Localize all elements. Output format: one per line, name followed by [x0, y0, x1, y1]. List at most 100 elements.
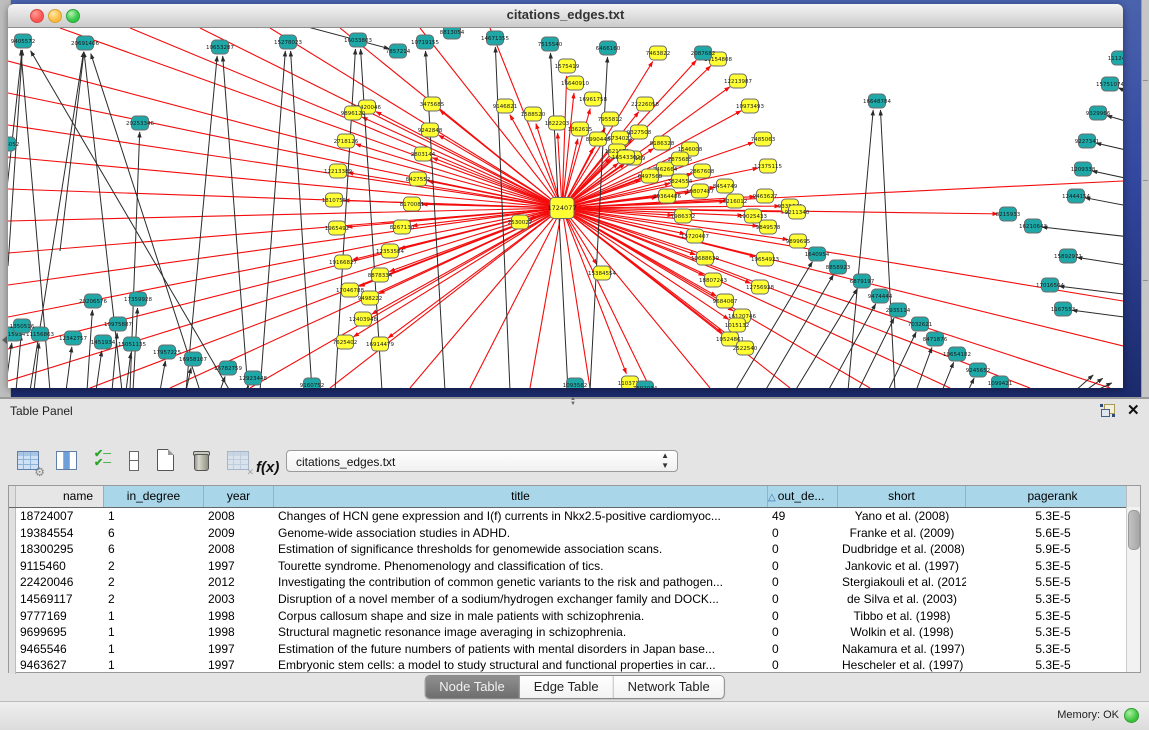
cell-short[interactable]: Stergiakouli et al. (2012): [838, 574, 966, 591]
cell-name[interactable]: 14569117: [16, 591, 104, 608]
cell-pagerank[interactable]: 5.9E-5: [966, 541, 1140, 558]
cell-name[interactable]: 18724007: [16, 508, 104, 525]
cell-title[interactable]: Investigating the contribution of common…: [274, 574, 768, 591]
cell-name[interactable]: 9699695: [16, 624, 104, 641]
cell-out_de[interactable]: 0: [768, 541, 838, 558]
cell-year[interactable]: 1997: [204, 641, 274, 658]
cell-in_degree[interactable]: 6: [104, 525, 204, 542]
cell-in_degree[interactable]: 2: [104, 591, 204, 608]
table-selector-dropdown[interactable]: citations_edges.txt ▲▼: [286, 450, 678, 472]
column-header-year[interactable]: year: [204, 486, 274, 507]
cell-year[interactable]: 1998: [204, 624, 274, 641]
cell-in_degree[interactable]: 1: [104, 608, 204, 625]
import-table-icon[interactable]: ✔─✔─: [90, 447, 118, 475]
column-header-short[interactable]: short: [838, 486, 966, 507]
cell-in_degree[interactable]: 2: [104, 574, 204, 591]
cell-title[interactable]: Corpus callosum shape and size in male p…: [274, 608, 768, 625]
column-chooser-icon[interactable]: [52, 447, 80, 475]
vertical-scrollbar[interactable]: [1126, 507, 1140, 672]
tab-node-table[interactable]: Node Table: [425, 676, 520, 698]
scrollbar-thumb[interactable]: [1128, 510, 1140, 550]
column-header-in_degree[interactable]: in_degree: [104, 486, 204, 507]
table-row[interactable]: 1938455462009Genome-wide association stu…: [9, 525, 1140, 542]
cell-name[interactable]: 18300295: [16, 541, 104, 558]
column-header-pagerank[interactable]: pagerank: [966, 486, 1140, 507]
cell-short[interactable]: Jankovic et al. (1997): [838, 558, 966, 575]
table-row[interactable]: 2242004622012Investigating the contribut…: [9, 574, 1140, 591]
table-row[interactable]: 946554611997Estimation of the future num…: [9, 641, 1140, 658]
cell-title[interactable]: Disruption of a novel member of a sodium…: [274, 591, 768, 608]
cell-title[interactable]: Estimation of the future numbers of pati…: [274, 641, 768, 658]
cell-title[interactable]: Changes of HCN gene expression and I(f) …: [274, 508, 768, 525]
cell-name[interactable]: 9115460: [16, 558, 104, 575]
cell-short[interactable]: de Silva et al. (2003): [838, 591, 966, 608]
cell-name[interactable]: 9465546: [16, 641, 104, 658]
delete-table-icon[interactable]: ✕: [224, 447, 252, 475]
cell-year[interactable]: 2012: [204, 574, 274, 591]
table-row[interactable]: 1456911722003Disruption of a novel membe…: [9, 591, 1140, 608]
cell-year[interactable]: 1998: [204, 608, 274, 625]
panel-collapse-arrow-icon[interactable]: [2, 336, 7, 344]
cell-short[interactable]: Wolkin et al. (1998): [838, 624, 966, 641]
cell-name[interactable]: 9777169: [16, 608, 104, 625]
cell-year[interactable]: 1997: [204, 558, 274, 575]
cell-short[interactable]: Nakamura et al. (1997): [838, 641, 966, 658]
cell-pagerank[interactable]: 5.3E-5: [966, 591, 1140, 608]
cell-pagerank[interactable]: 5.3E-5: [966, 508, 1140, 525]
cell-short[interactable]: Tibbo et al. (1998): [838, 608, 966, 625]
cell-year[interactable]: 2008: [204, 508, 274, 525]
cell-pagerank[interactable]: 5.3E-5: [966, 624, 1140, 641]
cell-short[interactable]: Yano et al. (2008): [838, 508, 966, 525]
cell-out_de[interactable]: 0: [768, 624, 838, 641]
column-header-out_de[interactable]: △out_de...: [768, 486, 838, 507]
column-header-title[interactable]: title: [274, 486, 768, 507]
cell-in_degree[interactable]: 1: [104, 641, 204, 658]
cell-year[interactable]: 2003: [204, 591, 274, 608]
cell-out_de[interactable]: 0: [768, 641, 838, 658]
cell-in_degree[interactable]: 2: [104, 558, 204, 575]
cell-out_de[interactable]: 0: [768, 525, 838, 542]
cell-year[interactable]: 2009: [204, 525, 274, 542]
close-panel-icon[interactable]: ✕: [1127, 401, 1140, 419]
cell-title[interactable]: Tourette syndrome. Phenomenology and cla…: [274, 558, 768, 575]
table-row[interactable]: 911546021997Tourette syndrome. Phenomeno…: [9, 558, 1140, 575]
table-row[interactable]: 946362711997Embryonic stem cells: a mode…: [9, 657, 1140, 674]
column-header-name[interactable]: name: [16, 486, 104, 507]
cell-out_de[interactable]: 49: [768, 508, 838, 525]
tab-edge-table[interactable]: Edge Table: [520, 676, 614, 698]
table-row[interactable]: 1830029562008Estimation of significance …: [9, 541, 1140, 558]
cell-in_degree[interactable]: 1: [104, 624, 204, 641]
cell-short[interactable]: Franke et al. (2009): [838, 525, 966, 542]
cell-pagerank[interactable]: 5.3E-5: [966, 657, 1140, 674]
cell-short[interactable]: Hescheler et al. (1997): [838, 657, 966, 674]
network-window-titlebar[interactable]: citations_edges.txt: [8, 4, 1123, 28]
new-table-icon[interactable]: [152, 447, 180, 475]
cell-title[interactable]: Embryonic stem cells: a model to study s…: [274, 657, 768, 674]
cell-pagerank[interactable]: 5.5E-5: [966, 574, 1140, 591]
cell-out_de[interactable]: 0: [768, 591, 838, 608]
rows-icon[interactable]: [120, 447, 148, 475]
cell-name[interactable]: 19384554: [16, 525, 104, 542]
cell-year[interactable]: 1997: [204, 657, 274, 674]
table-row[interactable]: 969969511998Structural magnetic resonanc…: [9, 624, 1140, 641]
memory-status-indicator[interactable]: [1124, 708, 1139, 723]
cell-pagerank[interactable]: 5.3E-5: [966, 608, 1140, 625]
cell-title[interactable]: Genome-wide association studies in ADHD.: [274, 525, 768, 542]
table-settings-icon[interactable]: ⚙: [14, 447, 42, 475]
function-builder-icon[interactable]: f(x): [256, 447, 284, 475]
table-row[interactable]: 1872400712008Changes of HCN gene express…: [9, 508, 1140, 525]
cell-name[interactable]: 9463627: [16, 657, 104, 674]
cell-short[interactable]: Dudbridge et al. (2008): [838, 541, 966, 558]
cell-out_de[interactable]: 0: [768, 558, 838, 575]
float-panel-icon[interactable]: [1100, 403, 1118, 419]
cell-pagerank[interactable]: 5.3E-5: [966, 641, 1140, 658]
delete-rows-icon[interactable]: [188, 447, 216, 475]
cell-in_degree[interactable]: 6: [104, 541, 204, 558]
tab-network-table[interactable]: Network Table: [614, 676, 724, 698]
cell-year[interactable]: 2008: [204, 541, 274, 558]
cell-pagerank[interactable]: 5.6E-5: [966, 525, 1140, 542]
cell-pagerank[interactable]: 5.3E-5: [966, 558, 1140, 575]
network-graph[interactable]: 1724077253002774638223475685234200469896…: [8, 28, 1123, 388]
cell-in_degree[interactable]: 1: [104, 657, 204, 674]
network-canvas[interactable]: 1724077253002774638223475685234200469896…: [8, 28, 1123, 388]
